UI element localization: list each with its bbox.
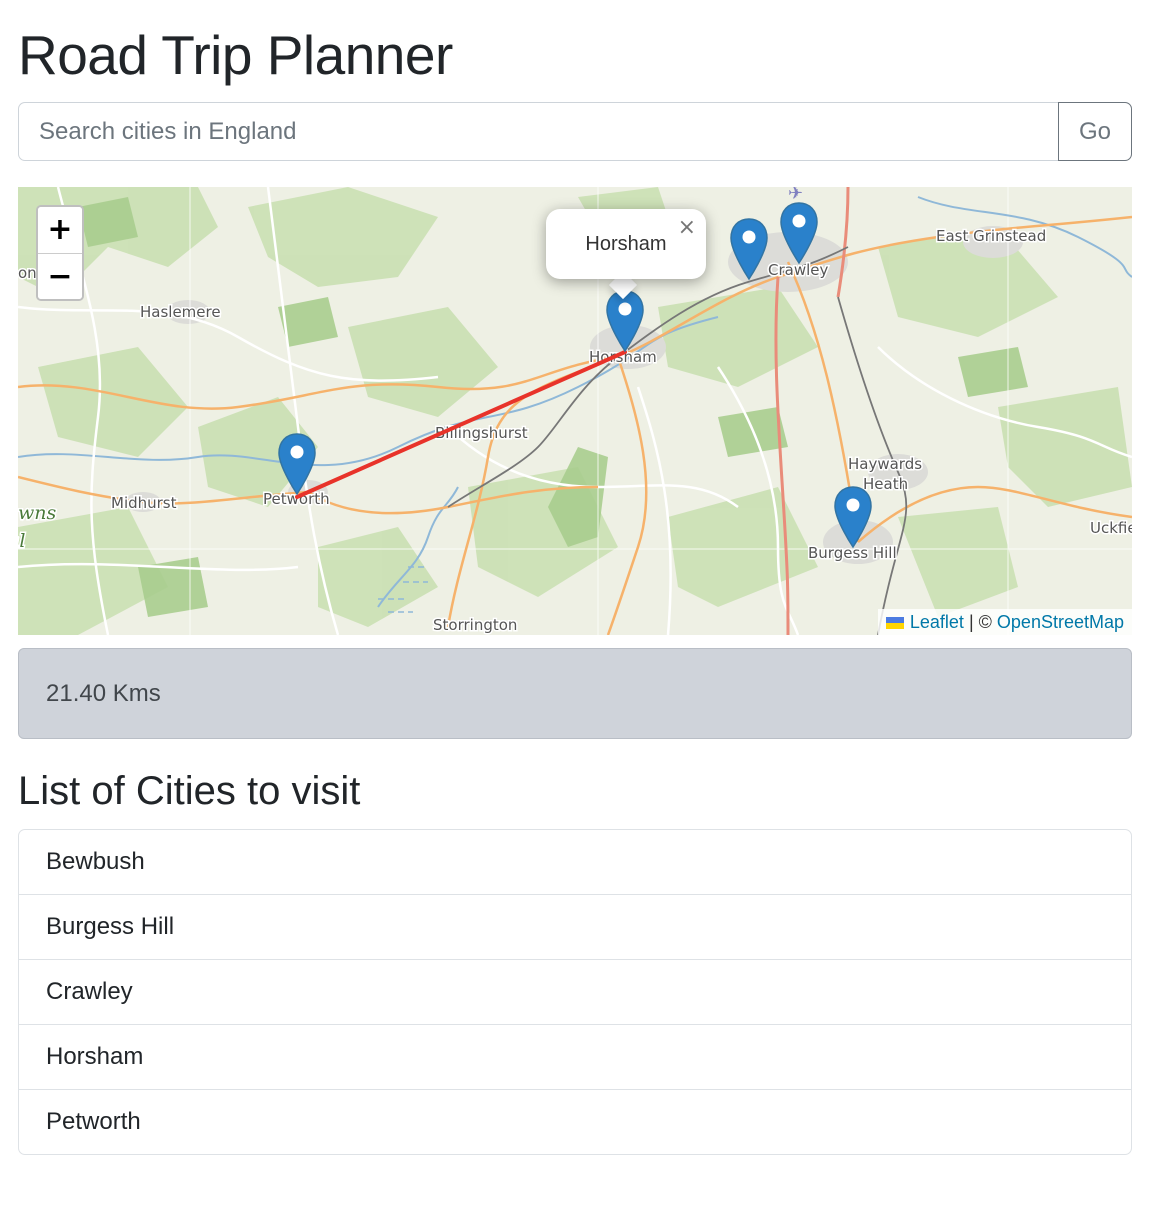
list-item[interactable]: Crawley [19,959,1131,1024]
place-label: Storrington [433,616,517,634]
place-label: on [18,264,37,282]
openstreetmap-link[interactable]: OpenStreetMap [997,612,1124,632]
place-label: Uckfie [1090,519,1132,537]
close-icon[interactable]: × [678,215,696,240]
place-label: Haslemere [140,303,221,321]
list-item[interactable]: Burgess Hill [19,894,1131,959]
map-marker-icon[interactable] [605,289,645,355]
map[interactable]: ✈ Haslemere Midhurst Petworth Billingshu… [18,187,1132,635]
list-item[interactable]: Horsham [19,1024,1131,1089]
page-title: Road Trip Planner [18,24,453,86]
place-label: al [18,530,25,552]
zoom-in-button[interactable]: + [38,207,82,254]
map-marker-icon[interactable] [833,485,873,551]
page: Road Trip Planner Go [0,0,1152,1212]
leaflet-link[interactable]: Leaflet [910,612,964,632]
go-button[interactable]: Go [1058,102,1132,161]
search-input[interactable] [18,102,1058,161]
zoom-control: + − [36,205,84,301]
map-marker-icon[interactable] [779,201,819,267]
place-label: Midhurst [111,494,177,512]
place-label: Billingshurst [435,424,528,442]
place-label: wns [18,502,57,524]
cities-heading: List of Cities to visit [18,769,361,813]
place-label: Haywards [848,455,922,473]
zoom-out-button[interactable]: − [38,254,82,299]
map-attribution: Leaflet | © OpenStreetMap [877,609,1132,635]
search-group: Go [18,102,1132,161]
map-marker-icon[interactable] [729,217,769,283]
list-item[interactable]: Petworth [19,1089,1131,1154]
map-marker-icon[interactable] [277,432,317,498]
map-popup: Horsham × [546,209,706,279]
distance-display: 21.40 Kms [18,648,1132,739]
ukraine-flag-icon [885,617,904,629]
attribution-separator: | © [968,612,992,632]
list-item[interactable]: Bewbush [19,830,1131,894]
city-list: Bewbush Burgess Hill Crawley Horsham Pet… [18,829,1132,1155]
place-label: East Grinstead [936,227,1046,245]
